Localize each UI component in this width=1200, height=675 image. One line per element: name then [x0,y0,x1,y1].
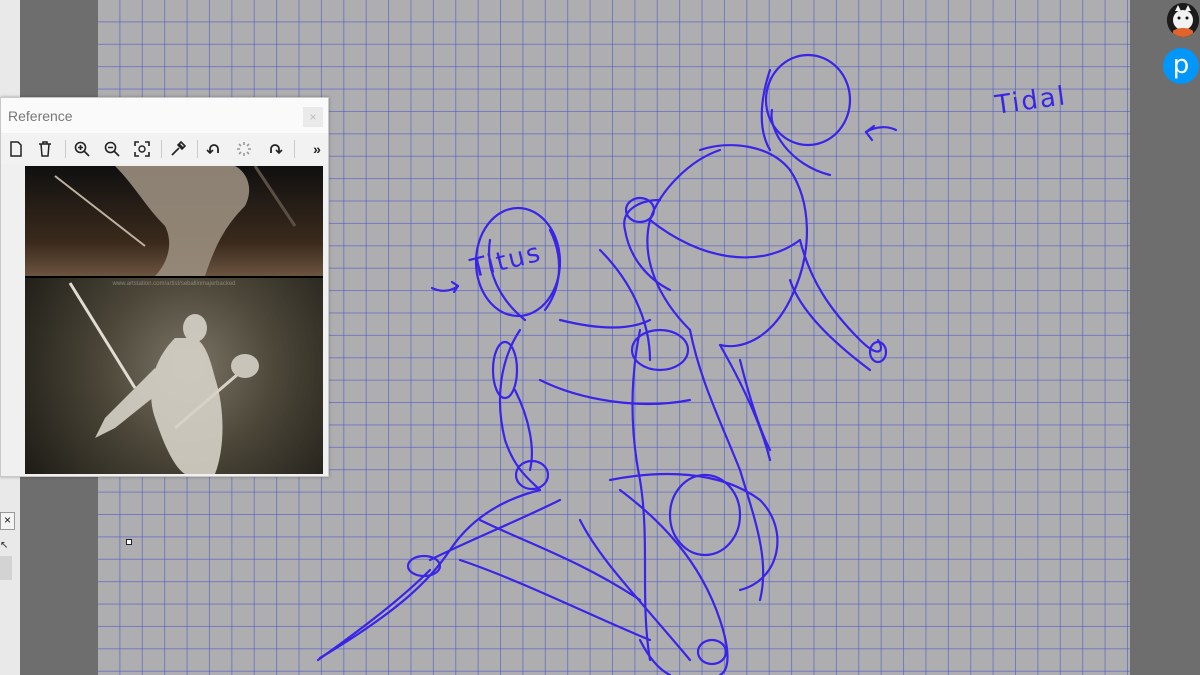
reference-panel[interactable]: Reference × » www.artstation.com/artist/… [0,97,329,477]
fit-view-icon[interactable] [133,140,151,158]
pixiv-logo-icon[interactable]: p [1163,48,1199,84]
reference-image-top [25,166,323,276]
reference-image-bottom: www.artstation.com/artist/seballinmajerb… [25,278,323,474]
app-badges: p [1163,0,1200,100]
rotate-left-icon[interactable] [205,140,223,158]
more-tools-button[interactable]: » [308,140,326,158]
reference-title-bar[interactable]: Reference × [1,98,328,133]
delete-icon[interactable] [36,140,54,158]
reference-image-area[interactable]: www.artstation.com/artist/seballinmajerb… [25,166,323,474]
reference-image-caption: www.artstation.com/artist/seballinmajerb… [112,281,236,287]
reference-toolbar: » [1,134,328,164]
llama-avatar-icon[interactable] [1167,3,1199,37]
tool-swatch[interactable] [0,556,12,580]
zoom-in-icon[interactable] [73,140,91,158]
close-button[interactable]: × [0,512,15,530]
reference-close-button[interactable]: × [303,107,323,127]
pointer-tool-icon[interactable]: ↖ [0,540,8,551]
new-file-icon[interactable] [7,140,25,158]
loading-icon[interactable] [235,140,253,158]
eyedropper-icon[interactable] [169,140,187,158]
rotate-right-icon[interactable] [266,140,284,158]
reference-title: Reference [8,108,73,124]
cursor-icon [126,539,132,545]
zoom-out-icon[interactable] [103,140,121,158]
